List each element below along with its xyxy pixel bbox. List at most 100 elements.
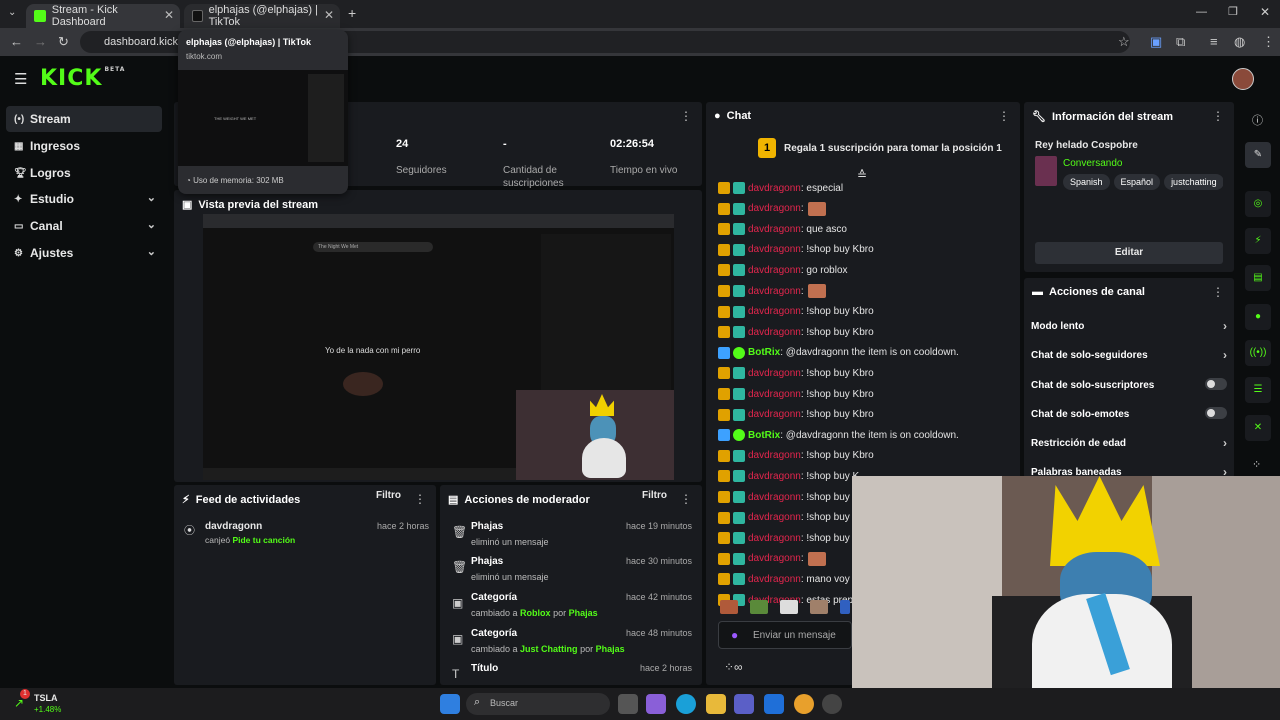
info-icon[interactable]: ⓘ — [1252, 112, 1263, 128]
activity-user[interactable]: davdragonn — [205, 521, 262, 532]
stream-category[interactable]: Conversando — [1063, 158, 1122, 169]
chat-message[interactable]: davdragonn: !shop buy K — [718, 488, 859, 506]
pinned-expand-icon[interactable]: ≙ — [857, 168, 867, 182]
store-icon[interactable] — [764, 694, 784, 714]
emotes-only-toggle[interactable] — [1205, 407, 1227, 419]
chat-message[interactable]: BotRix: @davdragonn the item is on coold… — [718, 426, 959, 444]
hamburger-menu-icon[interactable]: ☰ — [14, 70, 27, 88]
mod-filter-button[interactable]: Filtro — [642, 490, 667, 501]
chat-username[interactable]: davdragonn — [748, 286, 801, 297]
sidebar-item-estudio[interactable]: ✦ Estudio ⌄ — [6, 186, 162, 212]
list-icon[interactable]: ☰ — [1245, 377, 1271, 403]
teams-icon[interactable] — [734, 694, 754, 714]
close-window-icon[interactable]: ✕ — [1260, 5, 1270, 19]
activity-filter-button[interactable]: Filtro — [376, 490, 401, 501]
focus-icon[interactable]: ◎ — [1245, 191, 1271, 217]
chat-message[interactable]: davdragonn: — [718, 200, 826, 218]
chat-message[interactable]: davdragonn: mano voy a — [718, 570, 858, 588]
emote-icon[interactable] — [750, 600, 768, 614]
chat-username[interactable]: davdragonn — [748, 265, 801, 276]
chat-username[interactable]: davdragonn — [748, 368, 801, 379]
chat-settings-icon[interactable]: ⁘∞ — [724, 660, 743, 674]
taskbar-search[interactable]: ⌕ Buscar — [466, 693, 610, 715]
pencil-icon[interactable]: ✎ — [1245, 142, 1271, 168]
broadcast-icon[interactable]: ((•)) — [1245, 340, 1271, 366]
action-followers-only[interactable]: Chat de solo-seguidores › — [1031, 348, 1227, 362]
lightning-icon[interactable]: ⚡︎ — [1245, 228, 1271, 254]
back-icon[interactable]: ← — [10, 34, 23, 49]
action-age-restriction[interactable]: Restricción de edad › — [1031, 436, 1227, 450]
reload-icon[interactable]: ↻ — [58, 34, 69, 50]
chat-username[interactable]: davdragonn — [748, 183, 801, 194]
stream-preview-video[interactable]: The Night We Met Yo de la nada con mi pe… — [203, 214, 674, 480]
avatar[interactable] — [1232, 68, 1254, 90]
pinned-gift-text[interactable]: Regala 1 suscripción para tomar la posic… — [784, 143, 1002, 154]
chat-message[interactable]: davdragonn: !shop buy Kbro — [718, 303, 874, 321]
chat-message[interactable]: davdragonn: !shop buy K — [718, 529, 859, 547]
sidebar-item-ingresos[interactable]: ▦ Ingresos — [6, 133, 162, 159]
chat-username[interactable]: davdragonn — [748, 306, 801, 317]
more-options-icon[interactable]: ⋮ — [1212, 285, 1224, 299]
close-tab-icon[interactable]: ✕ — [324, 8, 334, 22]
emote-icon[interactable] — [840, 600, 850, 614]
maximize-icon[interactable]: ❐ — [1228, 5, 1238, 18]
chat-input[interactable]: ● Enviar un mensaje — [718, 621, 852, 649]
more-icon[interactable]: ⁘ — [1252, 458, 1261, 471]
chat-username[interactable]: BotRix — [748, 430, 780, 441]
copilot-icon[interactable] — [646, 694, 666, 714]
chat-username[interactable]: davdragonn — [748, 389, 801, 400]
sidebar-item-canal[interactable]: ▭ Canal ⌄ — [6, 213, 162, 239]
subscribers-only-toggle[interactable] — [1205, 378, 1227, 390]
more-options-icon[interactable]: ⋮ — [998, 109, 1010, 123]
chat-message[interactable]: davdragonn: !shop buy Kbro — [718, 364, 874, 382]
chat-username[interactable]: BotRix — [748, 347, 780, 358]
task-view-icon[interactable] — [618, 694, 638, 714]
more-options-icon[interactable]: ⋮ — [680, 109, 692, 123]
minimize-icon[interactable]: — — [1196, 6, 1207, 18]
new-tab-icon[interactable]: + — [348, 5, 356, 21]
more-options-icon[interactable]: ⋮ — [414, 492, 426, 506]
chat-message[interactable]: davdragonn: que asco — [718, 220, 847, 238]
chat-username[interactable]: davdragonn — [748, 327, 801, 338]
chat-username[interactable]: davdragonn — [748, 244, 801, 255]
chat-icon[interactable]: ● — [1245, 304, 1271, 330]
media-icon[interactable]: ≡ — [1210, 34, 1218, 49]
chat-username[interactable]: davdragonn — [748, 512, 801, 523]
chat-message[interactable]: davdragonn: — [718, 282, 826, 300]
chat-message[interactable]: davdragonn: especial — [718, 179, 843, 197]
sidebar-item-stream[interactable]: (•) Stream — [6, 106, 162, 132]
chat-message[interactable]: davdragonn: !shop buy K — [718, 509, 859, 527]
translate-icon[interactable]: ▣ — [1150, 34, 1162, 50]
close-tab-icon[interactable]: ✕ — [164, 8, 174, 22]
chat-message[interactable]: davdragonn: — [718, 550, 826, 568]
obs-icon[interactable] — [822, 694, 842, 714]
sidebar-item-logros[interactable]: 🏆︎ Logros — [6, 160, 162, 186]
bookmark-star-icon[interactable]: ☆ — [1118, 34, 1130, 50]
microphone-icon[interactable]: ● — [731, 628, 738, 642]
action-slow-mode[interactable]: Modo lento › — [1031, 319, 1227, 333]
emote-icon[interactable] — [720, 600, 738, 614]
chat-message[interactable]: davdragonn: !shop buy Kbro — [718, 406, 874, 424]
chat-message[interactable]: davdragonn: !shop buy Kbro — [718, 241, 874, 259]
chat-username[interactable]: davdragonn — [748, 471, 801, 482]
chat-message[interactable]: davdragonn: !shop buy Kbro — [718, 385, 874, 403]
more-options-icon[interactable]: ⋮ — [1212, 109, 1224, 123]
edge-icon[interactable] — [676, 694, 696, 714]
tab-tiktok[interactable]: elphajas (@elphajas) | TikTok ✕ — [184, 4, 340, 28]
sidebar-item-ajustes[interactable]: ⚙ Ajustes ⌄ — [6, 240, 162, 266]
chat-username[interactable]: davdragonn — [748, 533, 801, 544]
chat-username[interactable]: davdragonn — [748, 203, 801, 214]
clipboard-icon[interactable]: ▤ — [1245, 265, 1271, 291]
tools-icon[interactable]: ✕ — [1245, 415, 1271, 441]
chat-username[interactable]: davdragonn — [748, 409, 801, 420]
file-explorer-icon[interactable] — [706, 694, 726, 714]
chat-username[interactable]: davdragonn — [748, 224, 801, 235]
emote-icon[interactable] — [780, 600, 798, 614]
windows-start-icon[interactable] — [440, 694, 460, 714]
chat-username[interactable]: davdragonn — [748, 574, 801, 585]
browser-menu-icon[interactable]: ⋮ — [1262, 34, 1275, 50]
chat-message[interactable]: davdragonn: go roblox — [718, 261, 848, 279]
tab-search-icon[interactable]: ⌄ — [8, 7, 16, 18]
emote-icon[interactable] — [810, 600, 828, 614]
chat-message[interactable]: BotRix: @davdragonn the item is on coold… — [718, 344, 959, 362]
